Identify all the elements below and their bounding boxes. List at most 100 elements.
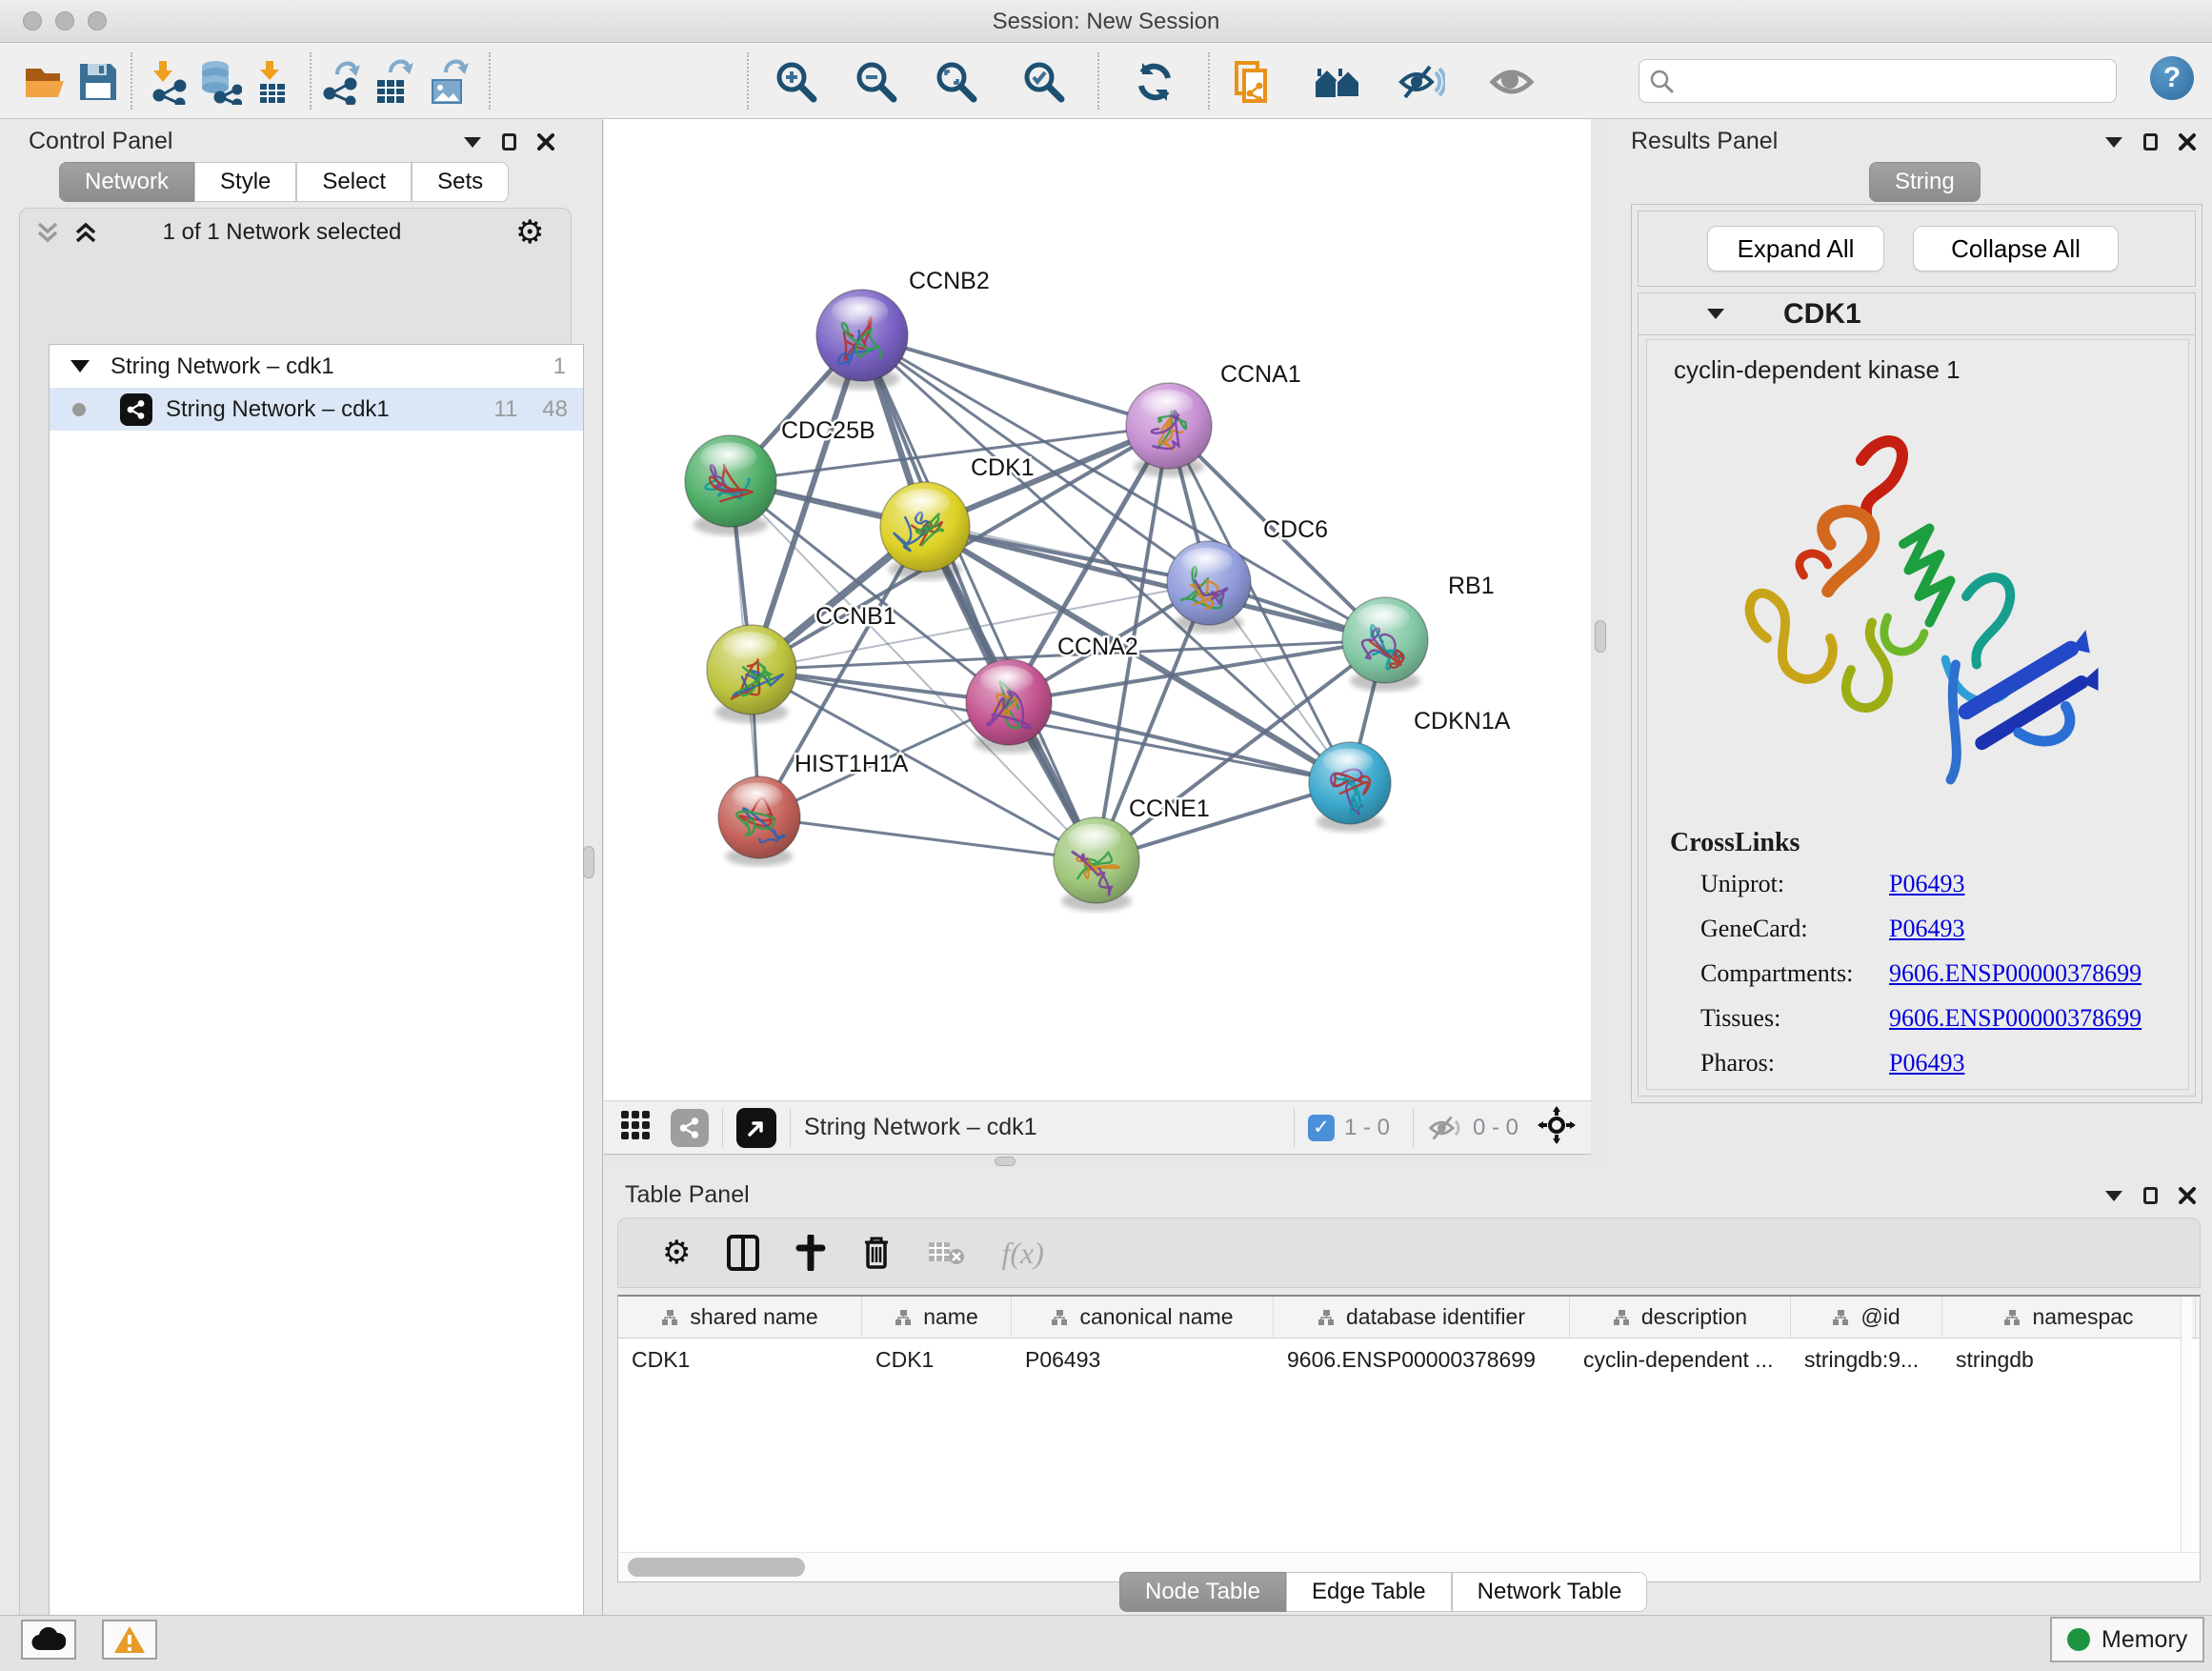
delete-column-button[interactable] — [862, 1235, 891, 1271]
network-node-CDK1[interactable] — [880, 482, 970, 580]
import-network-file-button[interactable] — [141, 54, 196, 110]
tab-sets[interactable]: Sets — [412, 162, 509, 202]
zoom-out-button[interactable] — [849, 54, 904, 110]
network-canvas[interactable]: CCNB2CCNA1CDC25BCDK1CDC6RB1CCNB1CCNA2CDK… — [604, 119, 1591, 1100]
network-options-gear-button[interactable]: ⚙ — [515, 216, 544, 249]
close-panel-icon[interactable] — [2179, 133, 2196, 151]
column-header-description[interactable]: description — [1570, 1297, 1791, 1338]
zoom-in-button[interactable] — [769, 54, 824, 110]
network-node-CCNB1[interactable] — [707, 625, 796, 723]
hide-selected-button[interactable] — [1394, 54, 1449, 110]
memory-button[interactable]: Memory — [2050, 1617, 2204, 1662]
float-panel-icon[interactable] — [2143, 1187, 2158, 1204]
table-vertical-scrollbar[interactable] — [2181, 1297, 2192, 1552]
network-node-RB1[interactable] — [1342, 597, 1428, 692]
network-node-CDKN1A[interactable] — [1309, 742, 1391, 832]
crosslink-link[interactable]: 9606.ENSP00000378699 — [1889, 1004, 2142, 1033]
table-cell[interactable]: stringdb — [1942, 1339, 2196, 1380]
collapse-all-networks-button[interactable] — [35, 220, 60, 250]
cloud-status-button[interactable] — [21, 1620, 76, 1660]
network-collection-row[interactable]: String Network – cdk1 1 — [50, 345, 583, 388]
network-node-CCNB2[interactable] — [816, 290, 908, 390]
clone-network-button[interactable] — [1226, 54, 1281, 110]
right-splitter-handle[interactable] — [1595, 620, 1606, 653]
grid-view-button[interactable] — [621, 1111, 650, 1144]
collapse-all-button[interactable]: Collapse All — [1913, 226, 2119, 272]
tab-network[interactable]: Network — [59, 162, 194, 202]
network-edge[interactable] — [862, 335, 1169, 426]
expand-all-networks-button[interactable] — [73, 220, 98, 250]
zoom-selected-button[interactable] — [1016, 54, 1072, 110]
search-input[interactable] — [1674, 68, 2093, 94]
column-header-@id[interactable]: @id — [1791, 1297, 1942, 1338]
table-cell[interactable]: CDK1 — [618, 1339, 862, 1380]
import-network-database-button[interactable] — [191, 54, 247, 110]
float-panel-icon[interactable] — [2143, 133, 2158, 151]
warnings-button[interactable] — [102, 1620, 157, 1660]
tab-network-table[interactable]: Network Table — [1452, 1572, 1648, 1612]
help-button[interactable]: ? — [2150, 56, 2194, 100]
column-header-shared-name[interactable]: shared name — [618, 1297, 862, 1338]
column-header-name[interactable]: name — [862, 1297, 1012, 1338]
table-cell[interactable]: CDK1 — [862, 1339, 1012, 1380]
show-all-button[interactable] — [1484, 54, 1539, 110]
network-edge[interactable] — [1009, 702, 1350, 783]
tab-select[interactable]: Select — [296, 162, 412, 202]
table-row[interactable]: CDK1CDK1P064939606.ENSP00000378699cyclin… — [618, 1339, 2200, 1380]
tab-node-table[interactable]: Node Table — [1119, 1572, 1286, 1612]
column-header-canonical-name[interactable]: canonical name — [1012, 1297, 1274, 1338]
export-table-button[interactable] — [365, 54, 420, 110]
bottom-splitter-handle[interactable] — [995, 1157, 1016, 1166]
panel-menu-icon[interactable] — [2105, 1191, 2122, 1201]
network-edge[interactable] — [759, 817, 1096, 860]
table-cell[interactable]: cyclin-dependent ... — [1570, 1339, 1791, 1380]
save-session-button[interactable] — [70, 54, 126, 110]
home-layout-button[interactable] — [1310, 54, 1365, 110]
network-node-CCNA1[interactable] — [1126, 383, 1212, 477]
network-edge[interactable] — [862, 335, 1096, 860]
crosslink-link[interactable]: P06493 — [1889, 1049, 1964, 1077]
network-node-CDC6[interactable] — [1167, 541, 1251, 633]
collection-expander-icon[interactable] — [70, 360, 90, 372]
delete-table-button[interactable] — [927, 1238, 965, 1267]
zoom-fit-button[interactable] — [929, 54, 984, 110]
crosslink-link[interactable]: P06493 — [1889, 915, 1964, 943]
gene-section-header[interactable]: CDK1 — [1639, 293, 2195, 335]
crosslink-link[interactable]: P06493 — [1889, 870, 1964, 898]
tab-string[interactable]: String — [1869, 162, 1981, 202]
table-cell[interactable]: 9606.ENSP00000378699 — [1274, 1339, 1570, 1380]
network-node-CDC25B[interactable] — [685, 435, 776, 535]
crosslink-link[interactable]: 9606.ENSP00000378699 — [1889, 959, 2142, 988]
expand-all-button[interactable]: Expand All — [1707, 226, 1884, 272]
export-network-button[interactable] — [313, 54, 369, 110]
table-cell[interactable]: P06493 — [1012, 1339, 1274, 1380]
network-graph[interactable]: CCNB2CCNA1CDC25BCDK1CDC6RB1CCNB1CCNA2CDK… — [604, 119, 1591, 1100]
table-cell[interactable]: stringdb:9... — [1791, 1339, 1942, 1380]
panel-menu-icon[interactable] — [2105, 137, 2122, 148]
gene-expander-icon[interactable] — [1707, 309, 1724, 319]
column-header-namespac[interactable]: namespac — [1942, 1297, 2196, 1338]
network-row[interactable]: String Network – cdk1 11 48 — [50, 388, 583, 431]
open-session-button[interactable] — [17, 54, 72, 110]
table-options-gear-button[interactable]: ⚙ — [662, 1237, 691, 1269]
network-node-CCNE1[interactable] — [1054, 817, 1139, 912]
tab-edge-table[interactable]: Edge Table — [1286, 1572, 1452, 1612]
fit-content-button[interactable] — [1538, 1106, 1576, 1149]
show-columns-button[interactable] — [727, 1235, 759, 1271]
hscroll-thumb[interactable] — [628, 1558, 805, 1577]
refresh-view-button[interactable] — [1127, 54, 1182, 110]
column-header-database-identifier[interactable]: database identifier — [1274, 1297, 1570, 1338]
float-panel-icon[interactable] — [502, 133, 516, 151]
left-splitter-handle[interactable] — [583, 846, 594, 878]
add-column-button[interactable] — [795, 1235, 826, 1271]
network-node-CCNA2[interactable] — [966, 659, 1052, 754]
close-panel-icon[interactable] — [2179, 1187, 2196, 1204]
close-panel-icon[interactable] — [537, 133, 554, 151]
network-node-HIST1H1A[interactable] — [718, 776, 800, 866]
export-image-button[interactable] — [420, 54, 475, 110]
import-table-button[interactable] — [244, 54, 299, 110]
string-view-button[interactable] — [671, 1109, 709, 1147]
selected-checkbox[interactable]: ✓ — [1308, 1115, 1335, 1141]
function-builder-button[interactable]: f(x) — [1001, 1236, 1043, 1271]
birdseye-view-button[interactable] — [736, 1108, 776, 1148]
